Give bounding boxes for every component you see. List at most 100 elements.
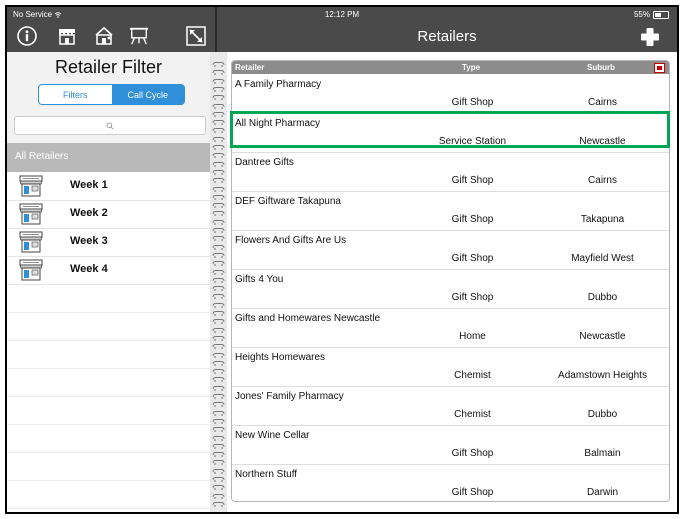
- binder-ring: [212, 477, 225, 482]
- retailer-type: Gift Shop: [451, 97, 494, 108]
- store-icon[interactable]: [57, 26, 77, 46]
- retailer-suburb: Newcastle: [579, 331, 626, 342]
- retailer-name: Gifts 4 You: [235, 274, 284, 285]
- binder-ring: [212, 394, 225, 399]
- column-header-type[interactable]: Type: [462, 63, 480, 72]
- page-title: Retailers: [417, 28, 477, 45]
- binder-ring: [212, 452, 225, 458]
- binder-ring: [212, 418, 225, 424]
- table-row[interactable]: A Family Pharmacy Gift Shop Cairns: [232, 74, 669, 114]
- retailer-suburb: Darwin: [586, 487, 619, 498]
- binder-ring: [212, 460, 225, 466]
- retailer-name: Flowers And Gifts Are Us: [235, 235, 347, 246]
- empty-list-row: [7, 312, 210, 341]
- column-header-suburb[interactable]: Suburb: [587, 63, 615, 72]
- table-row[interactable]: DEF Giftware Takapuna Gift Shop Takapuna: [232, 191, 669, 231]
- resize-icon[interactable]: [186, 26, 206, 46]
- binder-ring: [212, 468, 225, 474]
- store-icon: [19, 175, 43, 197]
- week-label: Week 4: [70, 263, 108, 275]
- retailer-name: Dantree Gifts: [235, 157, 294, 168]
- column-header-retailer[interactable]: Retailer: [235, 63, 264, 72]
- retailer-name: DEF Giftware Takapuna: [235, 196, 341, 207]
- retailer-suburb: Cairns: [588, 97, 617, 108]
- binder-ring: [212, 501, 225, 507]
- binder-rings: [210, 52, 227, 512]
- binder-ring: [212, 360, 225, 366]
- binder-ring: [212, 269, 225, 275]
- binder-ring: [212, 120, 225, 126]
- table-row[interactable]: Dantree Gifts Gift Shop Cairns: [232, 152, 669, 192]
- segment-call-cycle[interactable]: Call Cycle: [111, 85, 184, 104]
- table-row[interactable]: Jones' Family Pharmacy Chemist Dubbo: [232, 386, 669, 426]
- retailer-type: Gift Shop: [451, 487, 494, 498]
- list-item-week-2[interactable]: Week 2: [7, 200, 210, 229]
- binder-ring: [212, 203, 225, 209]
- top-bar: No Service 12:12 PM 55% Retailers: [7, 7, 677, 52]
- all-retailers-row[interactable]: All Retailers: [7, 143, 210, 172]
- table-row[interactable]: New Wine Cellar Gift Shop Balmain: [232, 425, 669, 465]
- binder-ring: [212, 211, 225, 217]
- search-icon: [106, 121, 114, 130]
- binder-ring: [212, 219, 225, 225]
- binder-ring: [212, 327, 225, 333]
- list-item-week-1[interactable]: Week 1: [7, 172, 210, 201]
- store-icon: [19, 203, 43, 225]
- binder-ring: [212, 178, 225, 184]
- table-row[interactable]: Gifts and Homewares Newcastle Home Newca…: [232, 308, 669, 348]
- binder-ring: [212, 410, 225, 416]
- retailer-type: Chemist: [454, 409, 491, 420]
- binder-ring: [212, 236, 225, 242]
- list-item-week-3[interactable]: Week 3: [7, 228, 210, 257]
- binder-ring: [212, 169, 225, 175]
- binder-ring: [212, 111, 225, 117]
- week-label: Week 3: [70, 235, 108, 247]
- binder-ring: [212, 427, 225, 433]
- table-row[interactable]: Flowers And Gifts Are Us Gift Shop Mayfi…: [232, 230, 669, 270]
- store-icon: [19, 231, 43, 253]
- pdf-export-icon[interactable]: [654, 63, 665, 73]
- binder-ring: [212, 128, 225, 134]
- retailer-type: Home: [459, 331, 486, 342]
- retailer-suburb: Dubbo: [587, 292, 618, 303]
- binder-ring: [212, 352, 225, 358]
- binder-ring: [212, 493, 225, 499]
- binder-ring: [212, 402, 225, 408]
- retailer-type: Chemist: [454, 370, 491, 381]
- plus-icon[interactable]: [640, 27, 660, 47]
- retailer-name: Northern Stuff: [235, 469, 298, 480]
- retailer-name: Gifts and Homewares Newcastle: [235, 313, 381, 324]
- easel-icon[interactable]: [129, 26, 149, 46]
- retailer-suburb: Takapuna: [580, 214, 625, 225]
- binder-ring: [212, 286, 225, 292]
- search-input[interactable]: [14, 116, 206, 135]
- list-item-week-4[interactable]: Week 4: [7, 256, 210, 285]
- table-row[interactable]: Northern Stuff Gift Shop Darwin: [232, 464, 669, 501]
- filter-panel-title: Retailer Filter: [54, 57, 163, 77]
- row-highlight-box: [230, 111, 670, 148]
- binder-ring: [212, 62, 225, 67]
- table-row[interactable]: Gifts 4 You Gift Shop Dubbo: [232, 269, 669, 309]
- table-row[interactable]: Heights Homewares Chemist Adamstown Heig…: [232, 347, 669, 387]
- filter-segmented-control: Filters Call Cycle: [38, 84, 185, 105]
- empty-list-row: [7, 396, 210, 425]
- empty-list-row: [7, 284, 210, 313]
- binder-ring: [212, 252, 225, 258]
- binder-ring: [212, 244, 225, 250]
- binder-ring: [212, 153, 225, 159]
- segment-filters[interactable]: Filters: [39, 85, 112, 104]
- binder-ring: [212, 277, 225, 283]
- binder-ring: [212, 335, 225, 341]
- retailer-suburb: Adamstown Heights: [558, 370, 647, 381]
- retailer-name: A Family Pharmacy: [235, 79, 322, 90]
- map-store-icon[interactable]: [94, 26, 114, 46]
- binder-ring: [212, 319, 225, 325]
- binder-ring: [212, 302, 225, 308]
- binder-ring: [212, 385, 225, 391]
- retailer-type: Gift Shop: [451, 253, 494, 264]
- retailer-name: Heights Homewares: [235, 352, 326, 363]
- retailer-name: Jones' Family Pharmacy: [235, 391, 344, 402]
- binder-ring: [212, 377, 225, 383]
- retailer-type: Gift Shop: [451, 214, 494, 225]
- info-icon[interactable]: [17, 26, 37, 46]
